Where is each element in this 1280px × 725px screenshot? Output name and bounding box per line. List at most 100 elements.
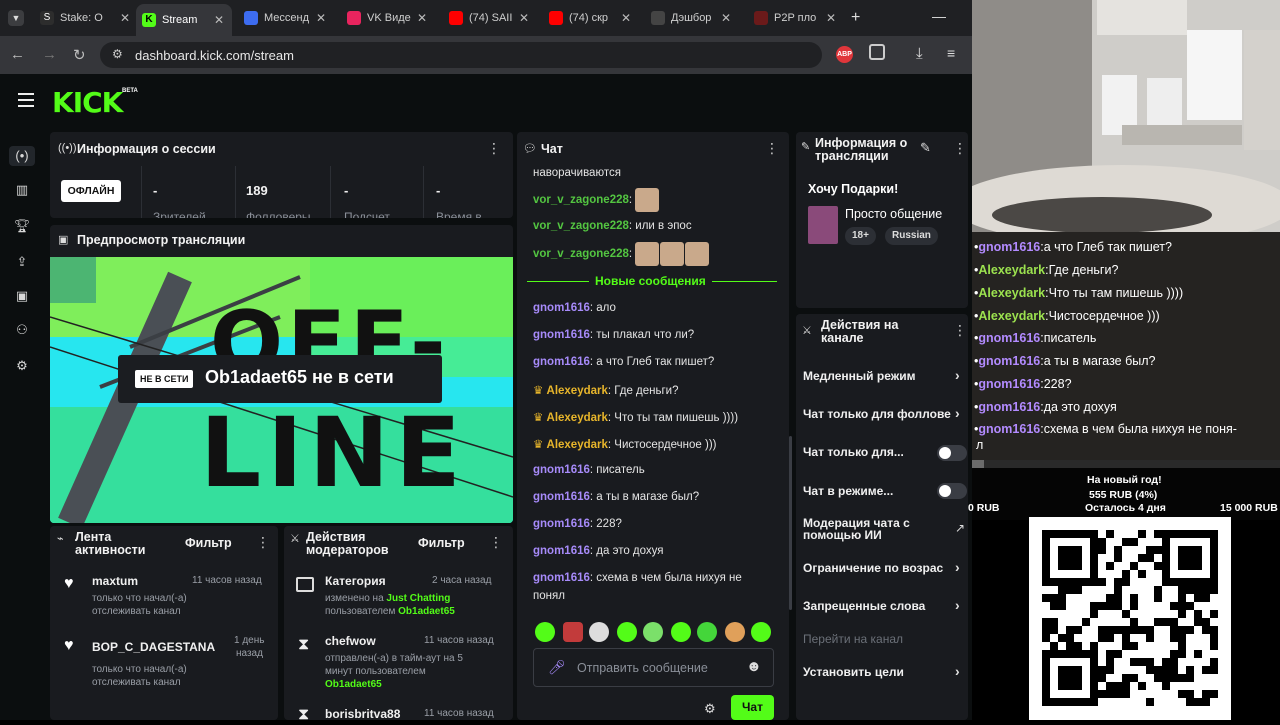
moderation-icon[interactable]: ▣: [12, 286, 32, 306]
browser-tab[interactable]: Мессенд ✕: [244, 6, 326, 30]
followers-only-action[interactable]: Чат только для фоллове: [803, 407, 951, 421]
new-tab-button[interactable]: +: [851, 9, 860, 27]
subscribers-only-toggle[interactable]: [937, 445, 967, 461]
emote-icon[interactable]: [535, 622, 555, 642]
tag-badge[interactable]: Russian: [885, 227, 938, 245]
chat-username[interactable]: gnom1616: [533, 491, 590, 503]
activity-user[interactable]: BOP_C_DAGESTANA: [92, 640, 215, 654]
settings-gear-icon[interactable]: ⚙: [12, 356, 32, 376]
chevron-right-icon[interactable]: ›: [955, 559, 960, 575]
chat-username[interactable]: gnom1616: [533, 302, 590, 314]
emoji-icon[interactable]: ☻: [746, 658, 762, 675]
chevron-right-icon[interactable]: ›: [955, 367, 960, 383]
browser-tab-active[interactable]: K Stream ✕: [136, 4, 232, 36]
more-options-icon[interactable]: ⋮: [953, 322, 967, 339]
emote-icon[interactable]: [617, 622, 637, 642]
chevron-right-icon[interactable]: ›: [955, 597, 960, 613]
subscribers-only-action[interactable]: Чат только для...: [803, 445, 904, 459]
tag-badge[interactable]: 18+: [845, 227, 876, 245]
chat-username[interactable]: gnom1616: [533, 356, 590, 368]
close-icon[interactable]: ✕: [316, 11, 326, 25]
browser-tab[interactable]: P2P пло ✕: [754, 6, 836, 30]
more-options-icon[interactable]: ⋮: [256, 534, 270, 551]
close-icon[interactable]: ✕: [417, 11, 427, 25]
analytics-icon[interactable]: ▥: [12, 180, 32, 200]
stream-live-icon[interactable]: (•): [9, 146, 35, 166]
chat-username[interactable]: Alexeydark: [547, 412, 608, 424]
chat-username[interactable]: gnom1616: [533, 518, 590, 530]
site-info-icon[interactable]: ⚙: [112, 47, 123, 61]
close-icon[interactable]: ✕: [621, 11, 631, 25]
kick-logo[interactable]: KICK: [52, 86, 123, 119]
slow-mode-action[interactable]: Медленный режим: [803, 369, 916, 383]
community-icon[interactable]: ⚇: [12, 320, 32, 340]
chat-username[interactable]: Alexeydark: [547, 385, 608, 397]
menu-icon[interactable]: [18, 93, 34, 107]
chat-username[interactable]: gnom1616: [533, 545, 590, 557]
browser-tab[interactable]: VK Виде ✕: [347, 6, 427, 30]
chat-username[interactable]: gnom1616: [533, 572, 590, 584]
emote-icon[interactable]: [643, 622, 663, 642]
emote-icon[interactable]: [589, 622, 609, 642]
chat-username[interactable]: gnom1616: [533, 464, 590, 476]
activity-user[interactable]: maxtum: [92, 574, 138, 588]
reading-list-icon[interactable]: ≡: [947, 45, 955, 61]
moderator-link[interactable]: Ob1adaet65: [398, 606, 455, 617]
chat-username[interactable]: gnom1616: [533, 329, 590, 341]
trophy-icon[interactable]: 🏆︎: [12, 216, 32, 236]
emote-mode-toggle[interactable]: [937, 483, 967, 499]
adblock-icon[interactable]: ABP: [836, 46, 853, 63]
download-icon[interactable]: ⤓: [916, 45, 923, 62]
more-options-icon[interactable]: ⋮: [953, 140, 967, 157]
browser-tab[interactable]: Дэшбор ✕: [651, 6, 731, 30]
microphone-icon[interactable]: 🎤︎: [548, 659, 566, 676]
browser-tab[interactable]: (74) SAII ✕: [449, 6, 529, 30]
more-options-icon[interactable]: ⋮: [765, 140, 779, 157]
minimize-icon[interactable]: —: [932, 8, 946, 24]
back-arrow-icon[interactable]: ←: [10, 46, 25, 63]
moderator-link[interactable]: Ob1adaet65: [325, 679, 382, 690]
close-icon[interactable]: ✕: [120, 11, 130, 25]
more-options-icon[interactable]: ⋮: [487, 140, 501, 157]
close-icon[interactable]: ✕: [721, 11, 731, 25]
filter-button[interactable]: Фильтр: [418, 536, 465, 550]
chat-username[interactable]: vor_v_zagone228: [533, 248, 629, 260]
chat-username[interactable]: Alexeydark: [547, 439, 608, 451]
extensions-icon[interactable]: [869, 44, 885, 60]
chat-send-button[interactable]: Чат: [731, 695, 774, 720]
upload-icon[interactable]: ⇪: [12, 252, 32, 272]
ai-moderation-action-line2[interactable]: помощью ИИ: [803, 528, 882, 542]
banned-words-action[interactable]: Запрещенные слова: [803, 599, 925, 613]
emote-icon[interactable]: [751, 622, 771, 642]
chat-username[interactable]: vor_v_zagone228: [533, 220, 629, 232]
chat-settings-gear-icon[interactable]: ⚙: [704, 701, 716, 717]
more-options-icon[interactable]: ⋮: [489, 534, 503, 551]
emote-mode-action[interactable]: Чат в режиме...: [803, 484, 893, 498]
chat-username[interactable]: vor_v_zagone228: [533, 194, 629, 206]
reload-icon[interactable]: ↻: [73, 46, 86, 64]
set-goals-action[interactable]: Установить цели: [803, 665, 904, 679]
chevron-right-icon[interactable]: ›: [955, 405, 960, 421]
chevron-right-icon[interactable]: ›: [955, 663, 960, 679]
chat-scrollbar[interactable]: [789, 436, 792, 610]
close-icon[interactable]: ✕: [826, 11, 836, 25]
mod-action-title[interactable]: chefwow: [325, 634, 376, 648]
emote-icon[interactable]: [725, 622, 745, 642]
emote-icon[interactable]: [697, 622, 717, 642]
chat-input[interactable]: 🎤︎ Отправить сообщение ☻: [533, 648, 774, 687]
mod-action-title[interactable]: borisbritva88: [325, 707, 400, 720]
filter-button[interactable]: Фильтр: [185, 536, 232, 550]
emote-icon[interactable]: [563, 622, 583, 642]
forward-arrow-icon[interactable]: →: [42, 46, 57, 63]
category-link[interactable]: Just Chatting: [386, 593, 450, 604]
address-bar[interactable]: ⚙ dashboard.kick.com/stream: [100, 42, 822, 68]
external-link-icon[interactable]: ↗: [955, 521, 965, 535]
emote-icon[interactable]: [671, 622, 691, 642]
go-to-channel-action[interactable]: Перейти на канал: [803, 632, 903, 646]
age-restriction-action[interactable]: Ограничение по возрас: [803, 561, 951, 575]
browser-tab[interactable]: S Stake: O ✕: [40, 6, 130, 30]
browser-tab[interactable]: (74) скр ✕: [549, 6, 631, 30]
close-icon[interactable]: ✕: [214, 13, 224, 27]
close-icon[interactable]: ✕: [519, 11, 529, 25]
tab-search-icon[interactable]: ▼: [8, 10, 24, 26]
